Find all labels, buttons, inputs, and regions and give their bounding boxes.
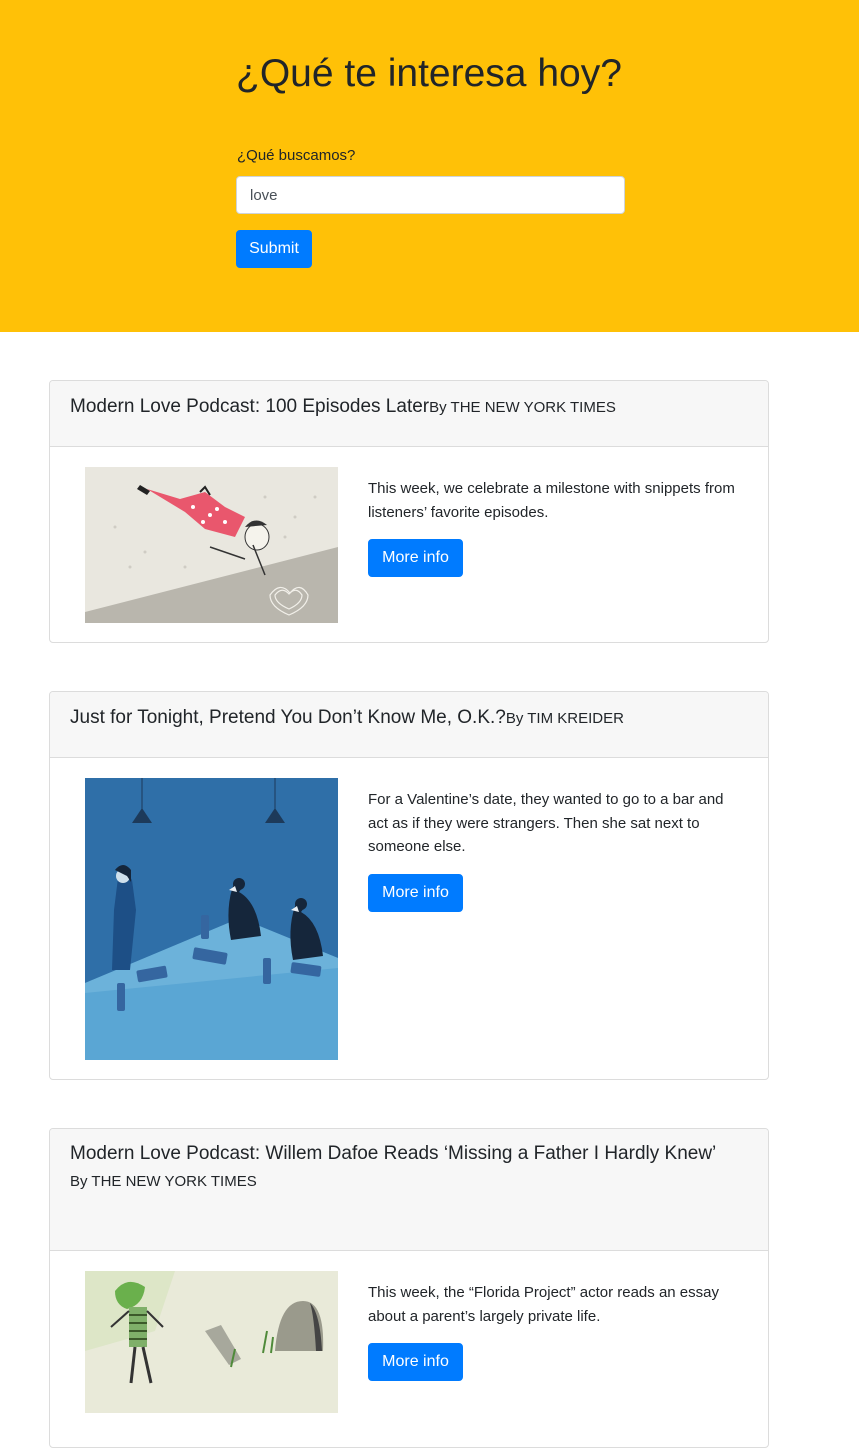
article-byline: By THE NEW YORK TIMES: [70, 1173, 257, 1190]
article-image: [85, 467, 338, 623]
submit-button[interactable]: Submit: [236, 230, 312, 268]
man-and-gravestone-illustration-icon: [85, 1271, 338, 1413]
article-image: [85, 778, 338, 1060]
article-byline: By TIM KREIDER: [505, 710, 624, 727]
card-header: Modern Love Podcast: 100 Episodes LaterB…: [50, 381, 768, 447]
article-title: Modern Love Podcast: 100 Episodes Later: [70, 396, 430, 417]
card-header: Modern Love Podcast: Willem Dafoe Reads …: [50, 1129, 768, 1251]
woman-and-geese-at-table-illustration-icon: [85, 778, 338, 1060]
woman-falling-illustration-icon: [85, 467, 338, 623]
article-description: This week, the “Florida Project” actor r…: [368, 1284, 719, 1325]
page-title: ¿Qué te interesa hoy?: [236, 52, 622, 95]
more-info-button[interactable]: More info: [368, 1343, 463, 1381]
search-field-label: ¿Qué buscamos?: [237, 147, 356, 164]
article-card: Modern Love Podcast: 100 Episodes LaterB…: [49, 380, 769, 643]
card-body: For a Valentine’s date, they wanted to g…: [50, 758, 768, 1079]
article-title: Just for Tonight, Pretend You Don’t Know…: [70, 707, 506, 728]
card-body: This week, we celebrate a milestone with…: [50, 447, 768, 642]
more-info-button[interactable]: More info: [368, 874, 463, 912]
hero-banner: ¿Qué te interesa hoy? ¿Qué buscamos? Sub…: [0, 0, 859, 332]
article-description: This week, we celebrate a milestone with…: [368, 480, 735, 521]
article-byline: By THE NEW YORK TIMES: [429, 399, 616, 416]
article-card: Just for Tonight, Pretend You Don’t Know…: [49, 691, 769, 1080]
search-input[interactable]: [236, 176, 625, 214]
more-info-button[interactable]: More info: [368, 539, 463, 577]
article-card: Modern Love Podcast: Willem Dafoe Reads …: [49, 1128, 769, 1448]
article-image: [85, 1271, 338, 1413]
article-description: For a Valentine’s date, they wanted to g…: [368, 791, 724, 855]
article-title: Modern Love Podcast: Willem Dafoe Reads …: [70, 1143, 717, 1164]
card-body: This week, the “Florida Project” actor r…: [50, 1251, 768, 1447]
card-header: Just for Tonight, Pretend You Don’t Know…: [50, 692, 768, 758]
